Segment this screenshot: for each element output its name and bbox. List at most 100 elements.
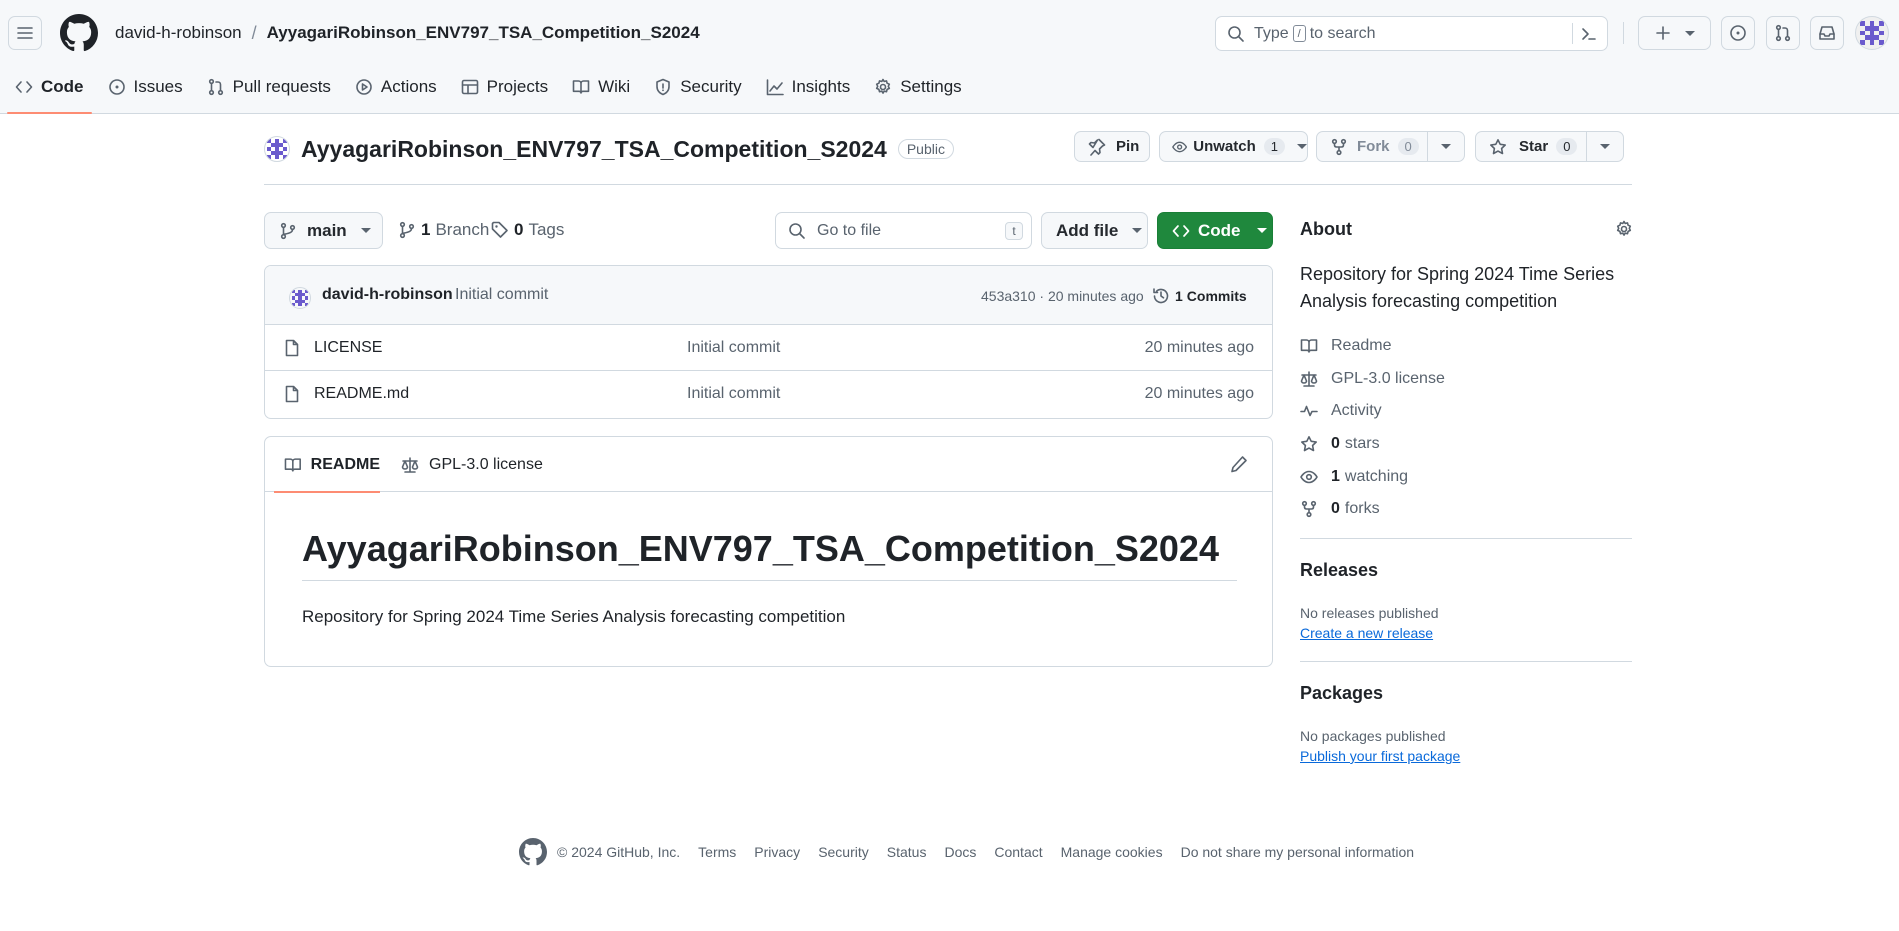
star-dropdown[interactable] xyxy=(1587,144,1623,149)
footer-link-docs[interactable]: Docs xyxy=(944,844,976,860)
fork-dropdown[interactable] xyxy=(1428,144,1464,149)
footer-link-terms[interactable]: Terms xyxy=(698,844,736,860)
activity-link[interactable]: Activity xyxy=(1300,400,1382,422)
footer-link-contact[interactable]: Contact xyxy=(994,844,1042,860)
footer-link-security[interactable]: Security xyxy=(818,844,869,860)
tab-wiki[interactable]: Wiki xyxy=(564,70,638,104)
license-link[interactable]: GPL-3.0 license xyxy=(1300,368,1445,390)
tab-code[interactable]: Code xyxy=(7,70,92,114)
gear-icon[interactable] xyxy=(1615,220,1633,238)
breadcrumb-owner[interactable]: david-h-robinson xyxy=(115,23,242,43)
tab-issues[interactable]: Issues xyxy=(100,70,191,104)
global-search-input[interactable]: Type / to search xyxy=(1215,16,1608,51)
footer-link-do-not-share[interactable]: Do not share my personal information xyxy=(1181,844,1414,860)
code-icon xyxy=(15,81,33,93)
commits-history-link[interactable]: 1 Commits xyxy=(1152,284,1247,308)
about-title: About xyxy=(1300,219,1352,239)
footer-link-manage-cookies[interactable]: Manage cookies xyxy=(1061,844,1163,860)
watch-count: 1 xyxy=(1263,138,1285,155)
law-icon xyxy=(401,456,419,473)
tags-count: 0 xyxy=(514,220,524,239)
file-row[interactable]: README.md Initial commit 20 minutes ago xyxy=(265,371,1272,417)
branch-selector[interactable]: main xyxy=(264,212,383,249)
file-commit-message[interactable]: Initial commit xyxy=(687,339,780,357)
readme-tabs: README GPL-3.0 license xyxy=(265,437,1272,493)
create-release-link[interactable]: Create a new release xyxy=(1300,625,1433,641)
publish-package-link[interactable]: Publish your first package xyxy=(1300,748,1460,764)
tab-license[interactable]: GPL-3.0 license xyxy=(401,437,543,492)
pin-button[interactable]: Pin xyxy=(1074,131,1150,162)
tab-actions[interactable]: Actions xyxy=(347,70,445,104)
chevron-down-icon xyxy=(1441,144,1451,149)
repo-nav-tabs: Code Issues Pull requests Actions Projec… xyxy=(0,70,978,114)
stars-link[interactable]: 0 stars xyxy=(1300,433,1380,455)
inbox-button[interactable] xyxy=(1810,16,1844,50)
forks-count: 0 xyxy=(1331,500,1340,517)
breadcrumb-repo[interactable]: AyyagariRobinson_ENV797_TSA_Competition_… xyxy=(267,23,700,43)
tab-readme[interactable]: README xyxy=(274,437,380,493)
file-age: 20 minutes ago xyxy=(1144,385,1254,402)
commit-hash-time[interactable]: 453a310 · 20 minutes ago xyxy=(981,288,1144,304)
tab-security[interactable]: Security xyxy=(646,70,749,104)
forks-link[interactable]: 0 forks xyxy=(1300,498,1380,520)
footer-link-status[interactable]: Status xyxy=(887,844,927,860)
go-to-file-input[interactable]: Go to file t xyxy=(775,212,1032,249)
footer: © 2024 GitHub, Inc. Terms Privacy Securi… xyxy=(519,838,1432,866)
watching-link[interactable]: 1 watching xyxy=(1300,466,1408,488)
packages-title[interactable]: Packages xyxy=(1300,683,1383,704)
eye-icon xyxy=(1172,141,1188,152)
repo-name[interactable]: AyyagariRobinson_ENV797_TSA_Competition_… xyxy=(301,136,887,163)
readme-link-label: Readme xyxy=(1331,337,1392,354)
github-mark-icon[interactable] xyxy=(519,838,547,866)
tab-readme-label: README xyxy=(310,455,380,473)
readme-panel: README GPL-3.0 license AyyagariRobinson_… xyxy=(264,436,1273,667)
tab-insights[interactable]: Insights xyxy=(758,70,859,104)
add-file-button[interactable]: Add file xyxy=(1041,212,1148,249)
github-logo[interactable] xyxy=(60,14,98,52)
tab-pull-requests[interactable]: Pull requests xyxy=(199,70,339,104)
header-divider xyxy=(1623,22,1624,44)
tab-label: Issues xyxy=(133,77,183,96)
watch-button[interactable]: Unwatch 1 xyxy=(1159,131,1308,162)
command-palette-icon[interactable] xyxy=(1580,25,1598,43)
file-row[interactable]: LICENSE Initial commit 20 minutes ago xyxy=(265,325,1272,371)
chevron-down-icon xyxy=(1132,228,1143,233)
commit-author[interactable]: david-h-robinson xyxy=(322,286,453,304)
tab-label: Projects xyxy=(486,77,549,96)
tab-label: Insights xyxy=(791,77,851,96)
star-icon xyxy=(1301,436,1317,452)
issues-button[interactable] xyxy=(1721,16,1755,50)
commit-message[interactable]: Initial commit xyxy=(455,286,548,304)
repo-owner-avatar[interactable] xyxy=(264,136,290,162)
commit-author-avatar[interactable] xyxy=(289,287,311,309)
visibility-badge: Public xyxy=(897,139,954,159)
pull-requests-button[interactable] xyxy=(1766,16,1800,50)
chevron-down-icon xyxy=(1600,144,1610,149)
user-avatar[interactable] xyxy=(1855,16,1889,50)
tab-label: Settings xyxy=(900,77,962,96)
code-button[interactable]: Code xyxy=(1157,212,1273,249)
file-commit-message[interactable]: Initial commit xyxy=(687,385,780,403)
tab-settings[interactable]: Settings xyxy=(866,70,969,104)
file-name[interactable]: LICENSE xyxy=(314,339,382,357)
star-button-group: Star 0 xyxy=(1475,131,1624,162)
readme-link[interactable]: Readme xyxy=(1300,335,1391,357)
footer-link-privacy[interactable]: Privacy xyxy=(754,844,800,860)
fork-button[interactable]: Fork 0 xyxy=(1317,132,1428,161)
edit-pencil-icon[interactable] xyxy=(1230,455,1248,473)
menu-button[interactable] xyxy=(8,16,42,50)
create-new-button[interactable] xyxy=(1638,16,1711,50)
add-file-label: Add file xyxy=(1056,220,1119,240)
branches-link[interactable]: 1 Branch xyxy=(398,220,489,240)
tab-label: Code xyxy=(41,77,84,96)
tags-link[interactable]: 0 Tags xyxy=(491,220,564,240)
file-name[interactable]: README.md xyxy=(314,385,409,403)
go-to-file-shortcut: t xyxy=(1005,222,1023,240)
gear-icon xyxy=(876,78,891,94)
star-button[interactable]: Star 0 xyxy=(1476,132,1587,161)
fork-icon xyxy=(1331,138,1347,155)
pull-request-icon xyxy=(208,78,223,96)
releases-title[interactable]: Releases xyxy=(1300,560,1378,581)
search-suffix: to search xyxy=(1309,24,1376,42)
tab-projects[interactable]: Projects xyxy=(453,70,556,104)
